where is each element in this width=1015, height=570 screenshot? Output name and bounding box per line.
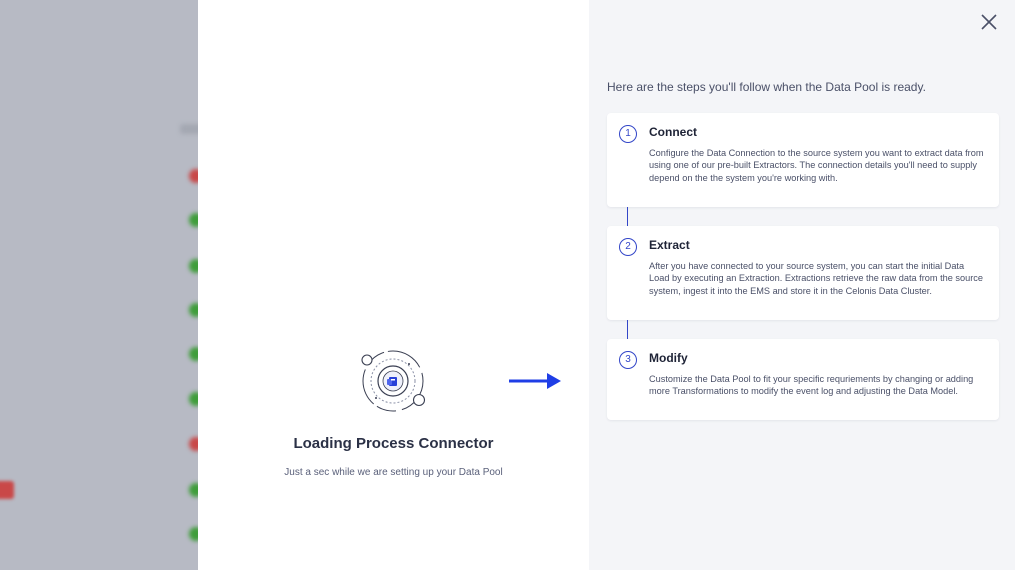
step-number: 1 [619, 125, 637, 143]
background-status-dot [189, 392, 198, 406]
step-number: 2 [619, 238, 637, 256]
step-title: Extract [649, 238, 690, 252]
background-status-dot [189, 527, 198, 541]
step-description: Customize the Data Pool to fit your spec… [649, 374, 974, 397]
background-label [180, 124, 198, 134]
loading-subtitle: Just a sec while we are setting up your … [284, 467, 503, 478]
steps-panel: Here are the steps you'll follow when th… [589, 0, 1015, 570]
background-status-dot [189, 213, 198, 227]
arrow-right-icon [509, 373, 561, 389]
process-connector-loader-icon [361, 350, 426, 412]
background-status-dot [189, 437, 198, 451]
background-app [0, 0, 198, 570]
background-status-dot [189, 347, 198, 361]
step-description: After you have connected to your source … [649, 261, 983, 296]
steps-intro: Here are the steps you'll follow when th… [607, 80, 926, 94]
loading-title: Loading Process Connector [293, 435, 494, 452]
step-number: 3 [619, 351, 637, 369]
step-title: Modify [649, 351, 688, 365]
background-status-dot [189, 259, 198, 273]
step-card-modify: 3 Modify Customize the Data Pool to fit … [607, 339, 999, 420]
background-status-dot [189, 483, 198, 497]
background-status-dot [189, 169, 198, 183]
step-description: Configure the Data Connection to the sou… [649, 148, 984, 183]
step-card-extract: 2 Extract After you have connected to yo… [607, 226, 999, 320]
step-connector [627, 320, 628, 339]
step-connector [627, 207, 628, 226]
close-icon[interactable] [979, 12, 999, 32]
step-title: Connect [649, 125, 697, 139]
loading-panel: Loading Process Connector Just a sec whi… [198, 0, 589, 570]
step-card-connect: 1 Connect Configure the Data Connection … [607, 113, 999, 207]
background-badge [0, 481, 14, 499]
background-status-dot [189, 303, 198, 317]
